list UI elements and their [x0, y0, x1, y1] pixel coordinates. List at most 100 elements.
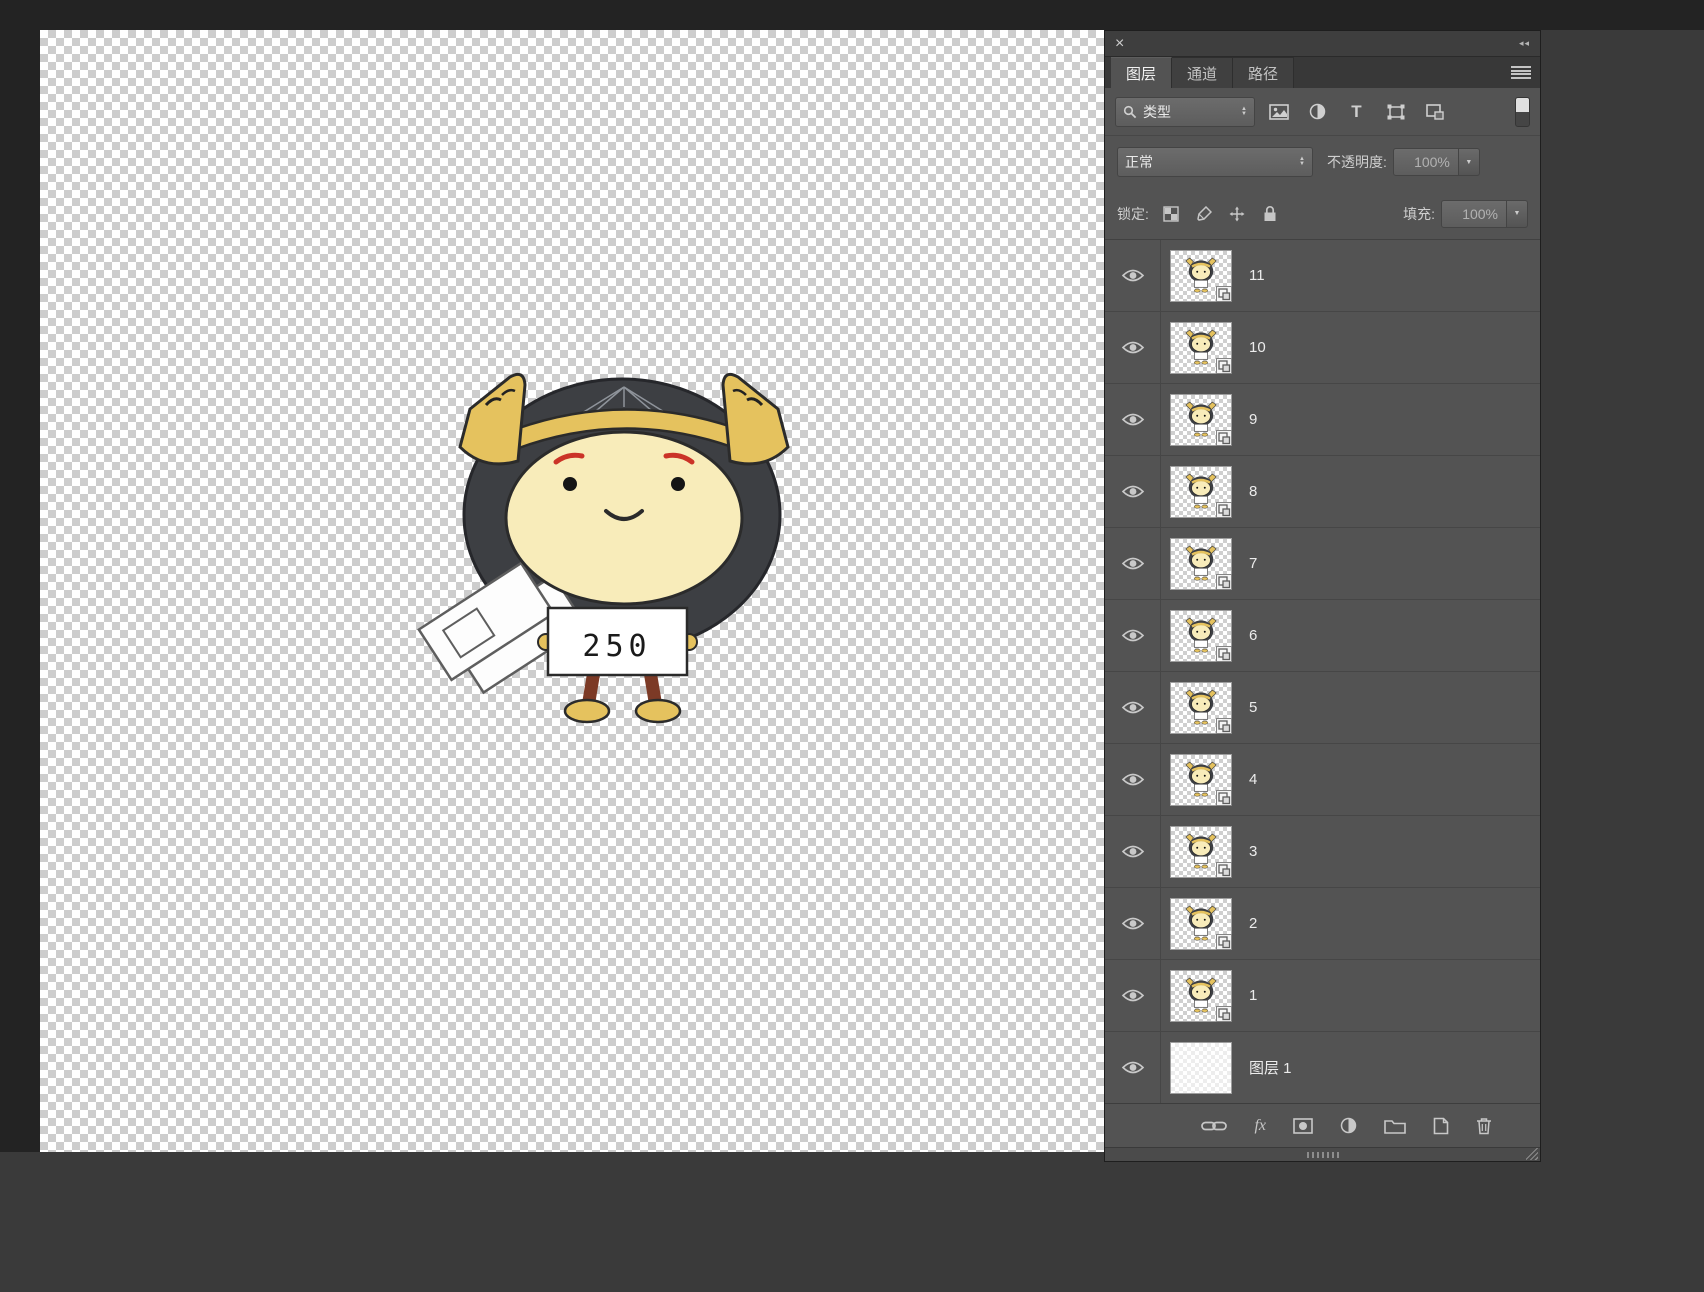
layer-thumbnail[interactable] — [1170, 681, 1232, 734]
layer-row[interactable]: 3 — [1105, 816, 1540, 888]
smart-object-badge-icon — [1216, 286, 1232, 302]
eye-icon — [1121, 484, 1145, 499]
chevron-down-icon[interactable]: ▼ — [1507, 199, 1528, 228]
tab-layers[interactable]: 图层 — [1111, 57, 1173, 88]
layer-row[interactable]: 6 — [1105, 600, 1540, 672]
visibility-toggle[interactable] — [1105, 384, 1161, 455]
layer-thumbnail[interactable] — [1170, 321, 1232, 374]
layer-row[interactable]: 9 — [1105, 384, 1540, 456]
close-icon[interactable]: × — [1115, 35, 1124, 52]
thumbnail-art — [1184, 401, 1218, 439]
visibility-toggle[interactable] — [1105, 528, 1161, 599]
new-group-button[interactable] — [1384, 1118, 1406, 1134]
lock-transparency-button[interactable] — [1160, 203, 1182, 225]
opacity-dropdown[interactable]: 100% ▼ — [1392, 148, 1480, 176]
tab-paths[interactable]: 路径 — [1233, 57, 1295, 88]
smart-object-badge-icon — [1216, 430, 1232, 446]
fill-label: 填充: — [1403, 205, 1435, 222]
new-layer-icon — [1433, 1117, 1449, 1134]
visibility-toggle[interactable] — [1105, 240, 1161, 311]
resize-grip-icon[interactable] — [1526, 1148, 1538, 1160]
visibility-toggle[interactable] — [1105, 312, 1161, 383]
lock-icon — [1264, 206, 1276, 221]
layer-row[interactable]: 4 — [1105, 744, 1540, 816]
layer-thumbnail[interactable] — [1170, 969, 1232, 1022]
visibility-toggle[interactable] — [1105, 1032, 1161, 1103]
filter-adjustment-layers-button[interactable] — [1302, 98, 1333, 126]
thumbnail-art — [1184, 257, 1218, 295]
thumbnail-art — [1184, 905, 1218, 943]
sign-text: 250 — [582, 629, 651, 664]
layer-row[interactable]: 11 — [1105, 240, 1540, 312]
thumbnail-art — [1184, 473, 1218, 511]
panel-toolbar: fx — [1105, 1103, 1540, 1147]
layer-thumbnail[interactable] — [1170, 825, 1232, 878]
delete-layer-button[interactable] — [1476, 1117, 1492, 1135]
eye-icon — [1121, 340, 1145, 355]
link-layers-button[interactable] — [1201, 1120, 1228, 1132]
search-icon — [1123, 105, 1137, 118]
new-layer-button[interactable] — [1433, 1117, 1449, 1135]
layer-filter-row: 类型 ▲ ▼ T — [1105, 88, 1540, 136]
lock-all-button[interactable] — [1259, 203, 1281, 225]
type-tool-icon: T — [1351, 101, 1362, 121]
collapse-panel-icon[interactable]: ◂◂ — [1519, 38, 1530, 49]
layer-row[interactable]: 7 — [1105, 528, 1540, 600]
layer-row[interactable]: 8 — [1105, 456, 1540, 528]
blend-mode-dropdown[interactable]: 正常 ▲ ▼ — [1117, 147, 1313, 177]
layer-name: 5 — [1249, 699, 1258, 716]
visibility-toggle[interactable] — [1105, 672, 1161, 743]
smart-object-badge-icon — [1216, 646, 1232, 662]
trash-icon — [1477, 1117, 1491, 1134]
filter-on-off-toggle[interactable] — [1515, 96, 1530, 127]
layer-thumbnail[interactable] — [1170, 249, 1232, 302]
layer-row[interactable]: 2 — [1105, 888, 1540, 960]
eye-icon — [1121, 1060, 1145, 1075]
visibility-toggle[interactable] — [1105, 960, 1161, 1031]
layer-thumbnail[interactable] — [1170, 393, 1232, 446]
filter-smart-objects-button[interactable] — [1419, 98, 1450, 126]
layer-row[interactable]: 10 — [1105, 312, 1540, 384]
visibility-toggle[interactable] — [1105, 888, 1161, 959]
panel-resize-strip[interactable] — [1105, 1147, 1540, 1161]
filter-type-layers-button[interactable]: T — [1341, 98, 1372, 126]
visibility-toggle[interactable] — [1105, 456, 1161, 527]
layer-style-button[interactable]: fx — [1254, 1117, 1266, 1135]
layer-thumbnail[interactable] — [1170, 465, 1232, 518]
add-layer-mask-button[interactable] — [1293, 1117, 1313, 1134]
filter-shape-layers-button[interactable] — [1380, 98, 1411, 126]
layer-thumbnail[interactable] — [1170, 1041, 1232, 1094]
layer-row[interactable]: 图层 1 — [1105, 1032, 1540, 1103]
visibility-toggle[interactable] — [1105, 816, 1161, 887]
eye-icon — [1121, 412, 1145, 427]
visibility-toggle[interactable] — [1105, 600, 1161, 671]
layer-thumbnail[interactable] — [1170, 609, 1232, 662]
chevron-down-icon[interactable]: ▼ — [1458, 148, 1480, 176]
layer-name: 11 — [1249, 267, 1265, 284]
adjustment-circle-icon — [1340, 1117, 1357, 1134]
drag-handle-icon[interactable] — [1306, 1152, 1339, 1158]
panel-menu-icon[interactable] — [1511, 66, 1531, 79]
panel-tabbar: 图层 通道 路径 — [1105, 57, 1540, 88]
layer-row[interactable]: 5 — [1105, 672, 1540, 744]
layer-name: 3 — [1249, 843, 1258, 860]
lock-position-button[interactable] — [1226, 203, 1248, 225]
visibility-toggle[interactable] — [1105, 744, 1161, 815]
folder-icon — [1384, 1119, 1406, 1134]
lock-pixels-button[interactable] — [1193, 203, 1215, 225]
tab-channels[interactable]: 通道 — [1172, 57, 1234, 88]
filter-type-dropdown[interactable]: 类型 ▲ ▼ — [1115, 96, 1255, 127]
layer-thumbnail[interactable] — [1170, 537, 1232, 590]
layer-thumbnail[interactable] — [1170, 897, 1232, 950]
lock-label: 锁定: — [1117, 205, 1149, 222]
layer-name: 图层 1 — [1249, 1060, 1292, 1077]
thumbnail-art — [1184, 617, 1218, 655]
new-adjustment-layer-button[interactable] — [1340, 1117, 1357, 1134]
layer-name: 9 — [1249, 411, 1258, 428]
fill-dropdown[interactable]: 100% ▼ — [1441, 199, 1528, 228]
layer-row[interactable]: 1 — [1105, 960, 1540, 1032]
layer-thumbnail[interactable] — [1170, 753, 1232, 806]
layer-name: 10 — [1249, 339, 1266, 356]
document-canvas[interactable]: 250 — [40, 30, 1104, 1152]
filter-pixel-layers-button[interactable] — [1263, 98, 1294, 126]
